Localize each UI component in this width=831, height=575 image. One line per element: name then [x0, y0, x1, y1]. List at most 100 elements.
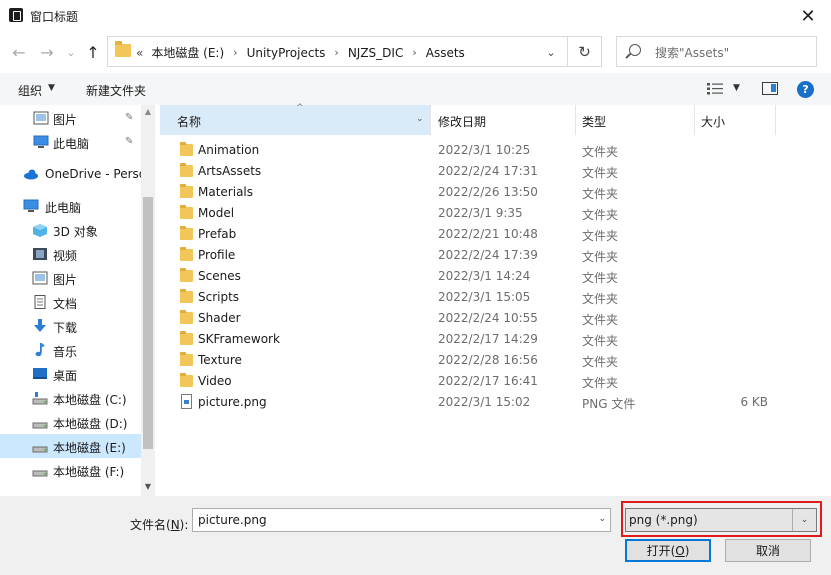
help-icon[interactable]: ? [797, 81, 814, 98]
organize-button[interactable]: 组织 [18, 82, 42, 99]
folder-icon [180, 247, 193, 261]
file-row[interactable]: SKFramework 2022/2/17 14:29 文件夹 [160, 329, 800, 350]
file-row[interactable]: ArtsAssets 2022/2/24 17:31 文件夹 [160, 161, 800, 182]
file-row[interactable]: Animation 2022/3/1 10:25 文件夹 [160, 140, 800, 161]
breadcrumb-separator[interactable]: › [412, 46, 416, 59]
sidebar-item-drive-f[interactable]: 本地磁盘 (F:) [0, 458, 141, 482]
new-folder-button[interactable]: 新建文件夹 [86, 82, 146, 99]
file-name: Animation [198, 143, 260, 157]
view-options-icon[interactable] [706, 82, 724, 96]
file-type: 文件夹 [582, 229, 619, 243]
navigation-pane: 图片 ✎ 此电脑 ✎ OneDrive - Perso 此电脑 3D 对象 视频… [0, 105, 155, 496]
pin-icon: ✎ [125, 112, 134, 123]
chevron-down-icon[interactable]: ▼ [733, 83, 740, 93]
pc-icon [23, 199, 39, 212]
scrollbar-thumb[interactable] [143, 197, 153, 449]
file-list: 名称 ^ ⌄ 修改日期 类型 大小 Animation 2022/3/1 10:… [160, 103, 831, 496]
filename-input[interactable]: picture.png ⌄ [192, 508, 611, 532]
file-row[interactable]: Model 2022/3/1 9:35 文件夹 [160, 203, 800, 224]
filename-label-end: ): [179, 518, 189, 532]
file-type: 文件夹 [582, 271, 619, 285]
file-date: 2022/2/17 14:29 [438, 332, 538, 346]
folder-icon [180, 310, 193, 324]
forward-button[interactable]: → [36, 41, 58, 63]
file-row[interactable]: Video 2022/2/17 16:41 文件夹 [160, 371, 800, 392]
breadcrumb-separator[interactable]: › [233, 46, 237, 59]
sidebar-item-pictures[interactable]: 图片 [0, 266, 141, 290]
drive-icon [32, 470, 48, 477]
sidebar-item-thispc[interactable]: 此电脑 [0, 194, 141, 218]
preview-pane-icon[interactable] [762, 82, 778, 95]
filename-label: 文件名(N): [130, 516, 188, 533]
breadcrumb-overflow[interactable]: « [136, 46, 143, 60]
sidebar-item-desktop[interactable]: 桌面 [0, 362, 141, 386]
file-name: Scripts [198, 290, 240, 304]
sidebar-item-thispc-quick[interactable]: 此电脑 ✎ [0, 130, 141, 154]
sidebar-item-label: 视频 [53, 249, 78, 263]
up-button[interactable]: ↑ [82, 41, 104, 63]
sidebar-item-label: 此电脑 [53, 137, 90, 151]
file-type: 文件夹 [582, 187, 619, 201]
file-date: 2022/2/26 13:50 [438, 185, 538, 199]
back-button[interactable]: ← [8, 41, 30, 63]
address-dropdown-button[interactable]: ⌄ [541, 43, 561, 61]
chevron-down-icon[interactable]: ⌄ [416, 114, 424, 124]
sidebar-item-onedrive[interactable]: OneDrive - Perso [0, 162, 146, 186]
close-button[interactable]: ✕ [785, 0, 831, 32]
video-icon [33, 248, 47, 260]
chevron-down-icon[interactable]: ⌄ [598, 514, 606, 524]
file-name: Scenes [198, 269, 241, 283]
toolbar: 组织 ▼ 新建文件夹 ▼ [0, 73, 831, 105]
sidebar-item-3d-objects[interactable]: 3D 对象 [0, 218, 141, 242]
desktop-icon [33, 368, 47, 379]
folder-icon [180, 289, 193, 303]
sidebar-item-drive-e[interactable]: 本地磁盘 (E:) [0, 434, 141, 458]
file-name: Model [198, 206, 235, 220]
file-row[interactable]: picture.png 2022/3/1 15:02 PNG 文件 6 KB [160, 392, 800, 413]
file-row[interactable]: Scenes 2022/3/1 14:24 文件夹 [160, 266, 800, 287]
search-input[interactable]: 搜索"Assets" [616, 36, 817, 67]
breadcrumb-separator[interactable]: › [334, 46, 338, 59]
file-date: 2022/3/1 15:02 [438, 395, 531, 409]
address-bar[interactable]: « 本地磁盘 (E:) › UnityProjects › NJZS_DIC ›… [107, 36, 568, 67]
breadcrumb-item[interactable]: 本地磁盘 (E:) [151, 44, 224, 61]
sidebar-item-pictures-quick[interactable]: 图片 ✎ [0, 106, 141, 130]
file-date: 2022/3/1 14:24 [438, 269, 531, 283]
file-date: 2022/2/21 10:48 [438, 227, 538, 241]
file-date: 2022/2/24 10:55 [438, 311, 538, 325]
open-button[interactable]: 打开(O) [625, 539, 711, 562]
column-type[interactable]: 类型 [576, 105, 695, 135]
file-row[interactable]: Shader 2022/2/24 10:55 文件夹 [160, 308, 800, 329]
scroll-down-icon[interactable]: ▼ [143, 482, 153, 492]
breadcrumb-item[interactable]: Assets [426, 46, 465, 60]
breadcrumb-item[interactable]: NJZS_DIC [348, 46, 404, 60]
chevron-down-icon[interactable]: ▼ [48, 83, 55, 93]
app-icon [9, 8, 23, 22]
folder-icon [180, 184, 193, 198]
sidebar-item-documents[interactable]: 文档 [0, 290, 141, 314]
column-name-label: 名称 [177, 115, 202, 129]
breadcrumb-item[interactable]: UnityProjects [247, 46, 326, 60]
window-title: 窗口标题 [30, 10, 79, 24]
folder-icon [180, 331, 193, 345]
sidebar-item-videos[interactable]: 视频 [0, 242, 141, 266]
file-row[interactable]: Scripts 2022/3/1 15:05 文件夹 [160, 287, 800, 308]
refresh-button[interactable]: ↻ [568, 36, 602, 67]
sidebar-item-drive-d[interactable]: 本地磁盘 (D:) [0, 410, 141, 434]
column-name[interactable]: 名称 ^ ⌄ [160, 103, 431, 135]
scroll-up-icon[interactable]: ▲ [143, 107, 153, 117]
file-row[interactable]: Texture 2022/2/28 16:56 文件夹 [160, 350, 800, 371]
column-date[interactable]: 修改日期 [432, 105, 576, 135]
sidebar-item-music[interactable]: 音乐 [0, 338, 141, 362]
file-row[interactable]: Materials 2022/2/26 13:50 文件夹 [160, 182, 800, 203]
folder-icon [180, 205, 193, 219]
sidebar-item-drive-c[interactable]: 本地磁盘 (C:) [0, 386, 141, 410]
cancel-button[interactable]: 取消 [725, 539, 811, 562]
file-row[interactable]: Prefab 2022/2/21 10:48 文件夹 [160, 224, 800, 245]
navigation-scrollbar[interactable]: ▲ ▼ [141, 105, 155, 496]
recent-locations-button[interactable]: ⌄ [60, 41, 82, 63]
sidebar-item-downloads[interactable]: 下载 [0, 314, 141, 338]
column-size[interactable]: 大小 [695, 105, 776, 135]
sidebar-item-label: 图片 [53, 273, 78, 287]
file-row[interactable]: Profile 2022/2/24 17:39 文件夹 [160, 245, 800, 266]
